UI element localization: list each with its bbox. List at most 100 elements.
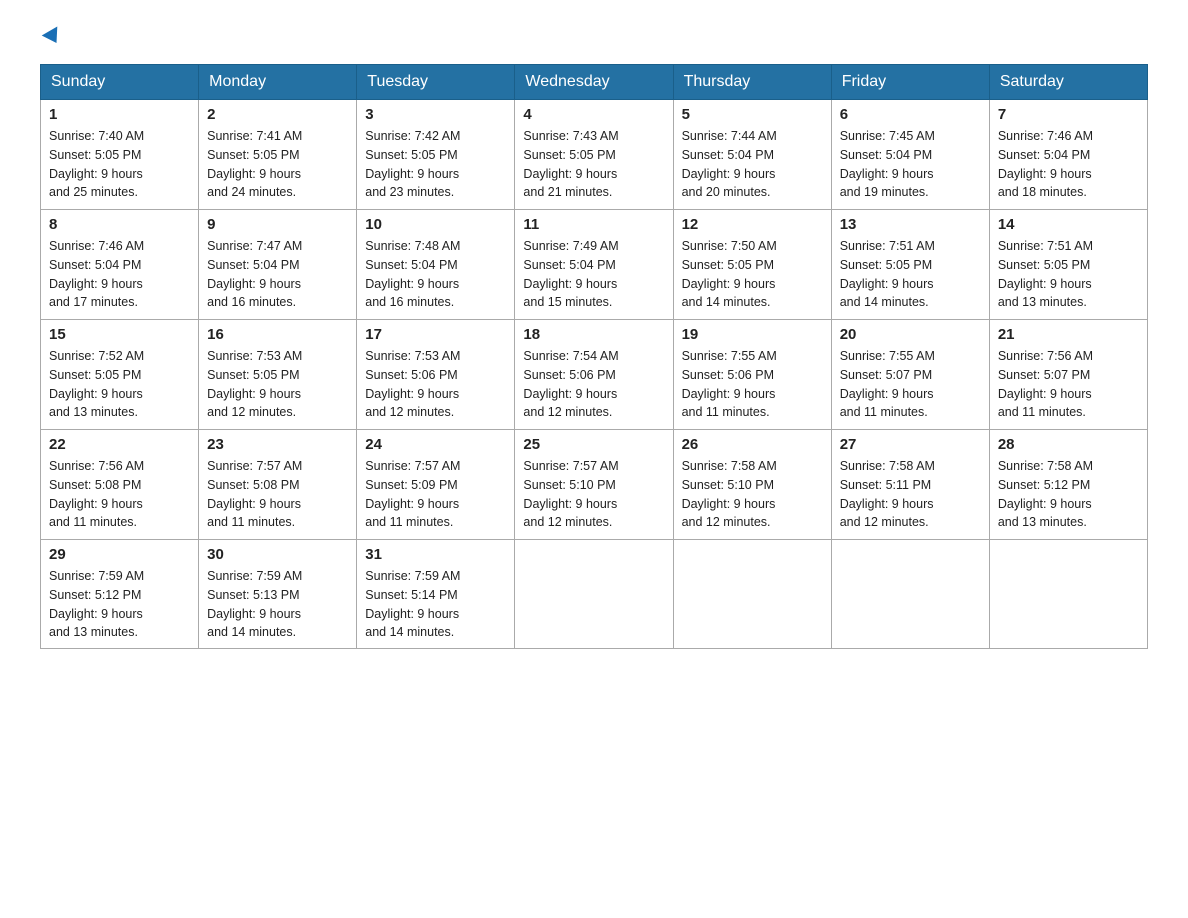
day-info: Sunrise: 7:49 AM Sunset: 5:04 PM Dayligh… [523, 237, 664, 312]
day-number: 11 [523, 216, 664, 233]
calendar-cell: 18 Sunrise: 7:54 AM Sunset: 5:06 PM Dayl… [515, 320, 673, 430]
calendar-cell: 29 Sunrise: 7:59 AM Sunset: 5:12 PM Dayl… [41, 540, 199, 649]
calendar-cell: 26 Sunrise: 7:58 AM Sunset: 5:10 PM Dayl… [673, 430, 831, 540]
calendar-cell: 16 Sunrise: 7:53 AM Sunset: 5:05 PM Dayl… [199, 320, 357, 430]
day-info: Sunrise: 7:57 AM Sunset: 5:10 PM Dayligh… [523, 457, 664, 532]
calendar-cell: 6 Sunrise: 7:45 AM Sunset: 5:04 PM Dayli… [831, 100, 989, 210]
day-number: 28 [998, 436, 1139, 453]
calendar-cell: 13 Sunrise: 7:51 AM Sunset: 5:05 PM Dayl… [831, 210, 989, 320]
day-info: Sunrise: 7:55 AM Sunset: 5:06 PM Dayligh… [682, 347, 823, 422]
day-number: 10 [365, 216, 506, 233]
calendar-cell [831, 540, 989, 649]
col-header-thursday: Thursday [673, 65, 831, 100]
calendar-week-row: 22 Sunrise: 7:56 AM Sunset: 5:08 PM Dayl… [41, 430, 1148, 540]
day-info: Sunrise: 7:51 AM Sunset: 5:05 PM Dayligh… [840, 237, 981, 312]
day-number: 15 [49, 326, 190, 343]
page-header [40, 30, 1148, 44]
day-number: 27 [840, 436, 981, 453]
calendar-cell: 24 Sunrise: 7:57 AM Sunset: 5:09 PM Dayl… [357, 430, 515, 540]
calendar-cell [515, 540, 673, 649]
col-header-monday: Monday [199, 65, 357, 100]
calendar-cell: 5 Sunrise: 7:44 AM Sunset: 5:04 PM Dayli… [673, 100, 831, 210]
day-number: 21 [998, 326, 1139, 343]
col-header-friday: Friday [831, 65, 989, 100]
day-info: Sunrise: 7:44 AM Sunset: 5:04 PM Dayligh… [682, 127, 823, 202]
logo [40, 30, 62, 44]
day-number: 8 [49, 216, 190, 233]
day-number: 19 [682, 326, 823, 343]
calendar-cell: 17 Sunrise: 7:53 AM Sunset: 5:06 PM Dayl… [357, 320, 515, 430]
day-info: Sunrise: 7:53 AM Sunset: 5:05 PM Dayligh… [207, 347, 348, 422]
day-info: Sunrise: 7:56 AM Sunset: 5:08 PM Dayligh… [49, 457, 190, 532]
calendar-cell: 3 Sunrise: 7:42 AM Sunset: 5:05 PM Dayli… [357, 100, 515, 210]
day-info: Sunrise: 7:52 AM Sunset: 5:05 PM Dayligh… [49, 347, 190, 422]
day-number: 4 [523, 106, 664, 123]
day-info: Sunrise: 7:57 AM Sunset: 5:08 PM Dayligh… [207, 457, 348, 532]
day-info: Sunrise: 7:55 AM Sunset: 5:07 PM Dayligh… [840, 347, 981, 422]
day-number: 18 [523, 326, 664, 343]
calendar-cell: 23 Sunrise: 7:57 AM Sunset: 5:08 PM Dayl… [199, 430, 357, 540]
day-number: 3 [365, 106, 506, 123]
day-info: Sunrise: 7:59 AM Sunset: 5:12 PM Dayligh… [49, 567, 190, 642]
day-info: Sunrise: 7:45 AM Sunset: 5:04 PM Dayligh… [840, 127, 981, 202]
calendar-cell: 31 Sunrise: 7:59 AM Sunset: 5:14 PM Dayl… [357, 540, 515, 649]
day-number: 20 [840, 326, 981, 343]
day-number: 13 [840, 216, 981, 233]
day-info: Sunrise: 7:42 AM Sunset: 5:05 PM Dayligh… [365, 127, 506, 202]
calendar-table: SundayMondayTuesdayWednesdayThursdayFrid… [40, 64, 1148, 649]
calendar-cell: 30 Sunrise: 7:59 AM Sunset: 5:13 PM Dayl… [199, 540, 357, 649]
day-number: 30 [207, 546, 348, 563]
day-number: 31 [365, 546, 506, 563]
day-number: 17 [365, 326, 506, 343]
day-info: Sunrise: 7:46 AM Sunset: 5:04 PM Dayligh… [998, 127, 1139, 202]
calendar-week-row: 1 Sunrise: 7:40 AM Sunset: 5:05 PM Dayli… [41, 100, 1148, 210]
day-info: Sunrise: 7:40 AM Sunset: 5:05 PM Dayligh… [49, 127, 190, 202]
logo-triangle-icon [42, 26, 65, 47]
day-number: 25 [523, 436, 664, 453]
calendar-cell: 14 Sunrise: 7:51 AM Sunset: 5:05 PM Dayl… [989, 210, 1147, 320]
day-number: 26 [682, 436, 823, 453]
calendar-cell: 7 Sunrise: 7:46 AM Sunset: 5:04 PM Dayli… [989, 100, 1147, 210]
day-info: Sunrise: 7:57 AM Sunset: 5:09 PM Dayligh… [365, 457, 506, 532]
day-info: Sunrise: 7:41 AM Sunset: 5:05 PM Dayligh… [207, 127, 348, 202]
day-info: Sunrise: 7:54 AM Sunset: 5:06 PM Dayligh… [523, 347, 664, 422]
day-info: Sunrise: 7:59 AM Sunset: 5:13 PM Dayligh… [207, 567, 348, 642]
day-number: 6 [840, 106, 981, 123]
day-info: Sunrise: 7:46 AM Sunset: 5:04 PM Dayligh… [49, 237, 190, 312]
calendar-cell: 12 Sunrise: 7:50 AM Sunset: 5:05 PM Dayl… [673, 210, 831, 320]
day-info: Sunrise: 7:58 AM Sunset: 5:12 PM Dayligh… [998, 457, 1139, 532]
calendar-cell: 2 Sunrise: 7:41 AM Sunset: 5:05 PM Dayli… [199, 100, 357, 210]
day-info: Sunrise: 7:43 AM Sunset: 5:05 PM Dayligh… [523, 127, 664, 202]
calendar-cell: 20 Sunrise: 7:55 AM Sunset: 5:07 PM Dayl… [831, 320, 989, 430]
calendar-cell: 19 Sunrise: 7:55 AM Sunset: 5:06 PM Dayl… [673, 320, 831, 430]
day-info: Sunrise: 7:56 AM Sunset: 5:07 PM Dayligh… [998, 347, 1139, 422]
day-number: 5 [682, 106, 823, 123]
day-number: 9 [207, 216, 348, 233]
day-number: 12 [682, 216, 823, 233]
day-number: 29 [49, 546, 190, 563]
calendar-cell: 21 Sunrise: 7:56 AM Sunset: 5:07 PM Dayl… [989, 320, 1147, 430]
calendar-cell: 11 Sunrise: 7:49 AM Sunset: 5:04 PM Dayl… [515, 210, 673, 320]
calendar-cell: 22 Sunrise: 7:56 AM Sunset: 5:08 PM Dayl… [41, 430, 199, 540]
day-info: Sunrise: 7:51 AM Sunset: 5:05 PM Dayligh… [998, 237, 1139, 312]
day-info: Sunrise: 7:50 AM Sunset: 5:05 PM Dayligh… [682, 237, 823, 312]
day-number: 16 [207, 326, 348, 343]
day-number: 2 [207, 106, 348, 123]
calendar-cell: 4 Sunrise: 7:43 AM Sunset: 5:05 PM Dayli… [515, 100, 673, 210]
calendar-cell: 28 Sunrise: 7:58 AM Sunset: 5:12 PM Dayl… [989, 430, 1147, 540]
col-header-wednesday: Wednesday [515, 65, 673, 100]
calendar-cell: 1 Sunrise: 7:40 AM Sunset: 5:05 PM Dayli… [41, 100, 199, 210]
calendar-week-row: 29 Sunrise: 7:59 AM Sunset: 5:12 PM Dayl… [41, 540, 1148, 649]
calendar-cell: 8 Sunrise: 7:46 AM Sunset: 5:04 PM Dayli… [41, 210, 199, 320]
calendar-cell [989, 540, 1147, 649]
col-header-sunday: Sunday [41, 65, 199, 100]
calendar-cell: 10 Sunrise: 7:48 AM Sunset: 5:04 PM Dayl… [357, 210, 515, 320]
day-number: 22 [49, 436, 190, 453]
calendar-cell: 25 Sunrise: 7:57 AM Sunset: 5:10 PM Dayl… [515, 430, 673, 540]
day-info: Sunrise: 7:59 AM Sunset: 5:14 PM Dayligh… [365, 567, 506, 642]
calendar-week-row: 8 Sunrise: 7:46 AM Sunset: 5:04 PM Dayli… [41, 210, 1148, 320]
day-number: 1 [49, 106, 190, 123]
calendar-cell [673, 540, 831, 649]
day-number: 23 [207, 436, 348, 453]
calendar-cell: 15 Sunrise: 7:52 AM Sunset: 5:05 PM Dayl… [41, 320, 199, 430]
